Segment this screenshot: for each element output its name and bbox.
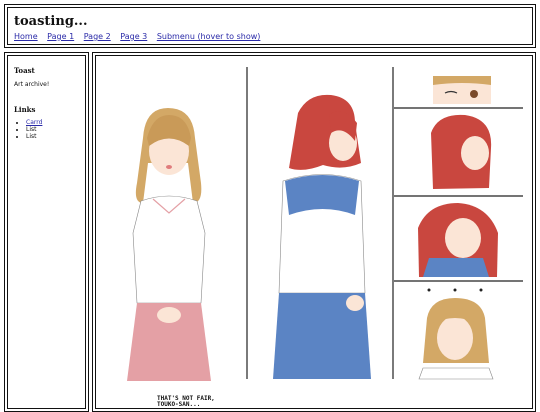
sidebar: Toast Art archive! Links Carrd List List [4, 52, 89, 412]
caption-line-2: TOUKO-SAN... [157, 401, 201, 408]
nav-home[interactable]: Home [14, 32, 38, 41]
link-item: List [26, 126, 42, 133]
main-nav: Home Page 1 Page 2 Page 3 Submenu (hover… [14, 32, 267, 41]
red-hair-smile-art [418, 203, 498, 277]
link-item: List [26, 133, 42, 140]
site-title: toasting... [14, 14, 88, 29]
comic-caption: THAT'S NOT FAIR, TOUKO-SAN... [157, 396, 215, 408]
toast-description: Art archive! [14, 81, 50, 88]
link-item: Carrd [26, 119, 42, 126]
blonde-girl-figure [127, 108, 211, 381]
nav-page-3[interactable]: Page 3 [120, 32, 147, 41]
links-heading: Links [14, 105, 36, 114]
toast-heading: Toast [14, 66, 35, 75]
nav-submenu[interactable]: Submenu (hover to show) [157, 32, 261, 41]
blonde-smile-art [418, 288, 494, 380]
main-content: THAT'S NOT FAIR, TOUKO-SAN... [92, 52, 536, 412]
link-carrd[interactable]: Carrd [26, 119, 42, 126]
red-hair-profile-art [431, 114, 492, 189]
comic-artwork [127, 67, 523, 381]
red-hair-girl-figure [273, 94, 371, 379]
nav-page-2[interactable]: Page 2 [84, 32, 111, 41]
site-header: toasting... Home Page 1 Page 2 Page 3 Su… [4, 4, 536, 48]
links-list: Carrd List List [14, 119, 42, 140]
nav-page-1[interactable]: Page 1 [47, 32, 74, 41]
eyes-panel-art [433, 76, 491, 104]
